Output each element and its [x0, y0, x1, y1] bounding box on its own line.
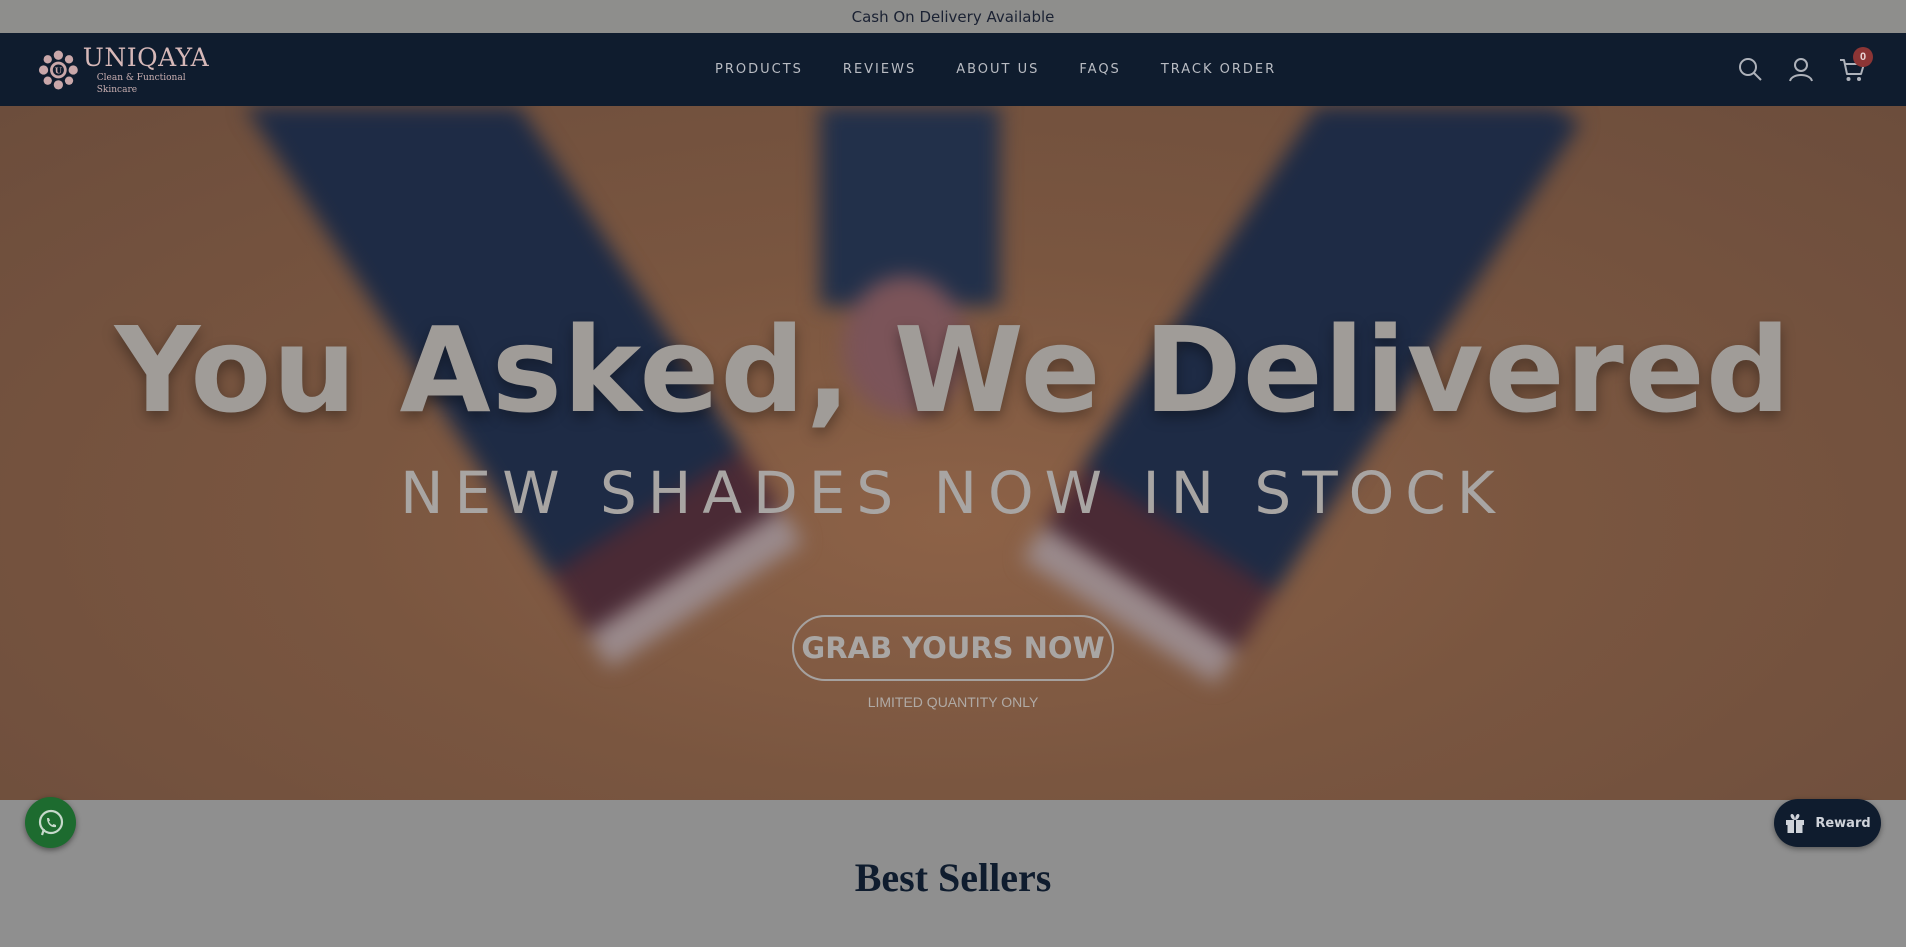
logo-name: UNIQAYA — [82, 43, 210, 72]
announcement-text: Cash On Delivery Available — [851, 7, 1055, 26]
announcement-bar: Cash On Delivery Available — [0, 0, 1906, 33]
nav-faqs[interactable]: FAQS — [1079, 62, 1120, 77]
whatsapp-button[interactable] — [25, 797, 76, 848]
hero-subtitle: NEW SHADES NOW IN STOCK — [400, 459, 1506, 527]
account-button[interactable] — [1787, 55, 1815, 83]
search-icon — [1739, 58, 1762, 81]
grab-yours-now-button[interactable]: GRAB YOURS NOW — [792, 615, 1114, 681]
logo-tagline: Clean & Functional Skincare — [96, 73, 186, 95]
whatsapp-icon — [38, 809, 63, 835]
reward-label: Reward — [1815, 815, 1871, 831]
hero-title: You Asked, We Delivered — [114, 301, 1792, 439]
nav-about-us[interactable]: ABOUT US — [956, 62, 1039, 77]
best-sellers-section: Best Sellers — [0, 800, 1906, 947]
reward-button[interactable]: Reward — [1774, 799, 1881, 847]
svg-text:U: U — [55, 66, 63, 76]
main-nav: PRODUCTS REVIEWS ABOUT US FAQS TRACK ORD… — [715, 33, 1276, 106]
account-icon — [1789, 58, 1813, 82]
nav-track-order[interactable]: TRACK ORDER — [1161, 62, 1276, 77]
cart-button[interactable]: 0 — [1838, 47, 1873, 83]
gift-icon — [1786, 814, 1805, 833]
hero-note: LIMITED QUANTITY ONLY — [867, 694, 1039, 710]
logo-emblem-icon: U — [38, 50, 78, 90]
nav-products[interactable]: PRODUCTS — [715, 62, 803, 77]
logo[interactable]: U UNIQAYA Clean & Functional Skincare — [38, 43, 218, 95]
site-header: U UNIQAYA Clean & Functional Skincare PR… — [0, 33, 1906, 106]
nav-reviews[interactable]: REVIEWS — [843, 62, 916, 77]
search-button[interactable] — [1736, 55, 1764, 83]
cart-count-badge: 0 — [1853, 47, 1873, 67]
hero-banner: You Asked, We Delivered NEW SHADES NOW I… — [0, 106, 1906, 800]
best-sellers-title: Best Sellers — [854, 855, 1052, 900]
